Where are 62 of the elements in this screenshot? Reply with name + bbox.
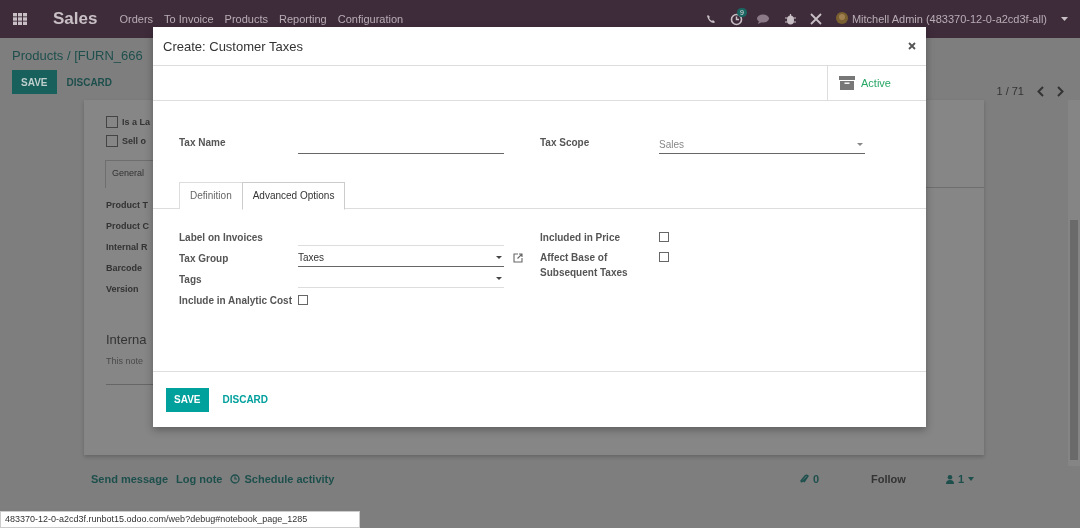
phone-icon[interactable] [705,14,716,24]
clock-icon[interactable] [729,12,743,26]
follow-button[interactable]: Follow [871,473,906,485]
field-label: Barcode [106,262,142,275]
field-label: Label on Invoices [179,231,264,245]
pager-text: 1 / 71 [996,85,1024,97]
follower-count[interactable]: 1 [957,473,964,485]
chat-icon[interactable] [756,13,771,25]
checkbox-label: Sell o [122,136,146,146]
tab[interactable]: Definition [179,182,242,209]
menu-item[interactable]: Configuration [337,13,404,25]
tab[interactable]: Advanced Options [241,182,346,210]
breadcrumb[interactable]: Products / [FURN_666 [12,48,143,63]
close-icon[interactable] [908,42,916,50]
log-note-link[interactable]: Log note [176,473,223,485]
caret-icon[interactable] [496,277,502,280]
send-message-link[interactable]: Send message [91,473,169,485]
checkbox[interactable] [659,232,669,242]
app-title[interactable]: Sales [53,9,98,29]
caret-icon[interactable] [1061,17,1068,21]
checkbox[interactable] [659,252,669,262]
user-menu[interactable]: Mitchell Admin (483370-12-0-a2cd3f-all) [851,13,1047,25]
previous-icon[interactable] [1037,85,1044,97]
field-label: Internal R [106,241,148,254]
checkbox-label: Is a La [122,117,150,127]
apps-menu-icon[interactable] [13,13,27,25]
dialog-title: Create: Customer Taxes [163,38,303,54]
discard-button[interactable]: DISCARD [214,394,277,405]
field-label: Included in Price [540,231,622,245]
select-field[interactable]: Taxes [298,249,504,267]
avatar-icon [835,12,848,26]
attachment-count[interactable]: 0 [812,473,820,485]
archive-icon [839,76,856,90]
field-label: Include in Analytic Cost [179,294,293,308]
field-label: Tax Group [179,252,230,266]
save-button[interactable]: SAVE [166,387,209,412]
field-label: Version [106,283,139,296]
schedule-activity-link[interactable]: Schedule activity [244,473,335,485]
tax-scope-select[interactable]: Sales [659,136,865,154]
next-icon[interactable] [1057,85,1064,97]
save-button[interactable]: SAVE [12,70,57,94]
field-label: Tax Scope [540,136,591,150]
caret-icon[interactable] [496,256,502,259]
checkbox[interactable] [106,116,118,128]
field-label: Product C [106,220,149,233]
field-label: Product T [106,199,148,212]
menu-item[interactable]: To Invoice [164,13,214,25]
bug-icon[interactable] [784,13,796,25]
active-toggle-button[interactable]: Active [827,66,926,100]
menu-item[interactable]: Orders [119,13,154,25]
discard-button[interactable]: DISCARD [62,70,117,94]
external-link-icon[interactable] [513,253,523,263]
scrollbar[interactable] [1068,100,1080,466]
field-label: Tags [179,273,203,287]
checkbox[interactable] [298,295,308,305]
field-label: Affect Base of Subsequent Taxes [540,251,629,280]
menu-item[interactable]: Products [224,13,268,25]
checkbox[interactable] [106,135,118,147]
section-title: Interna [106,332,147,347]
status-url: 483370-12-0-a2cd3f.runbot15.odoo.com/web?debug#notebook_page_1285 [0,511,360,528]
field-label: Tax Name [179,136,227,150]
menu-item[interactable]: Reporting [279,13,327,25]
